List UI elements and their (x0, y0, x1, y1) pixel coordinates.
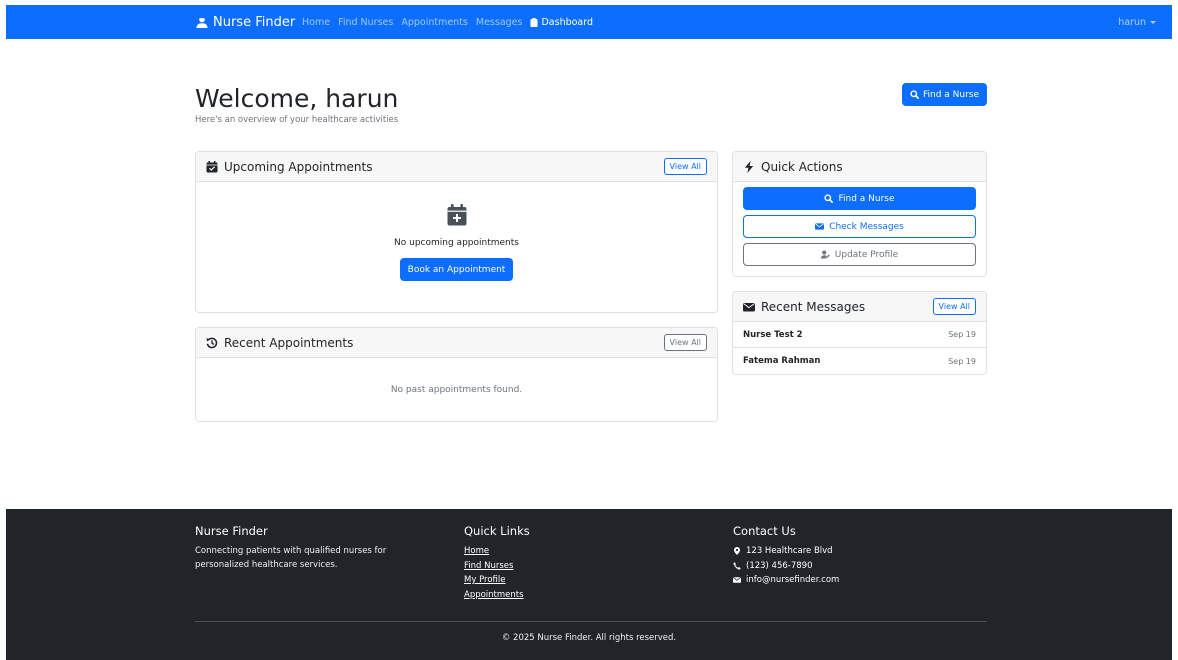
no-upcoming-text: No upcoming appointments (394, 238, 519, 248)
quick-actions-header: Quick Actions (733, 152, 986, 182)
action-messages-label: Check Messages (829, 221, 904, 232)
recent-messages-header: Recent Messages View All (733, 292, 986, 322)
envelope-icon (743, 302, 755, 311)
nav-dashboard-label: Dashboard (541, 16, 594, 28)
contact-phone-text: (123) 456-7890 (746, 560, 813, 571)
user-edit-icon (820, 250, 830, 259)
recent-view-all-button[interactable]: View All (663, 334, 707, 351)
no-past-text: No past appointments found. (390, 384, 523, 395)
footer-brand-title: Nurse Finder (195, 524, 268, 538)
page-title: Welcome, harun (195, 84, 399, 113)
nav-links: Home Find Nurses Appointments Messages D… (302, 5, 593, 39)
footer-link-my-profile[interactable]: My Profile (464, 573, 530, 588)
calendar-check-icon (206, 160, 218, 172)
map-marker-icon (734, 547, 740, 556)
nav-find-nurses[interactable]: Find Nurses (338, 17, 393, 28)
nav-appointments[interactable]: Appointments (401, 17, 468, 28)
recent-messages-title: Recent Messages (761, 299, 866, 314)
action-find-nurse-button[interactable]: Find a Nurse (743, 187, 976, 210)
footer-link-home[interactable]: Home (464, 544, 530, 559)
message-item[interactable]: Fatema Rahman Sep 19 (733, 348, 986, 374)
contact-address-text: 123 Healthcare Blvd (746, 546, 833, 556)
user-dropdown[interactable]: harun (1118, 5, 1156, 39)
footer-links-title: Quick Links (464, 524, 530, 538)
recent-empty-state: No past appointments found. (196, 358, 717, 421)
recent-messages-card: Recent Messages View All Nurse Test 2 Se… (732, 291, 987, 375)
top-navbar: Nurse Finder Home Find Nurses Appointmen… (6, 5, 1172, 39)
contact-address: 123 Healthcare Blvd (733, 544, 839, 559)
action-check-messages-button[interactable]: Check Messages (743, 215, 976, 238)
recent-appointments-card: Recent Appointments View All No past app… (195, 327, 718, 422)
calendar-plus-icon (447, 204, 466, 226)
contact-email: info@nursefinder.com (733, 573, 839, 588)
search-icon (910, 90, 919, 99)
messages-list: Nurse Test 2 Sep 19 Fatema Rahman Sep 19 (733, 322, 986, 374)
site-footer: Nurse Finder Connecting patients with qu… (6, 509, 1172, 660)
message-sender: Nurse Test 2 (743, 329, 803, 340)
quick-actions-list: Find a Nurse Check Messages Update Profi… (733, 182, 986, 271)
footer-divider (195, 621, 987, 622)
book-appointment-button[interactable]: Book an Appointment (400, 258, 513, 281)
brand-link[interactable]: Nurse Finder (196, 5, 295, 39)
contact-email-text: info@nursefinder.com (746, 575, 840, 585)
action-profile-label: Update Profile (834, 249, 899, 260)
user-nurse-icon (196, 16, 208, 28)
upcoming-view-all-button[interactable]: View All (663, 158, 707, 175)
footer-quick-links: Quick Links Home Find Nurses My Profile … (464, 524, 530, 602)
nav-messages[interactable]: Messages (476, 17, 523, 28)
history-icon (206, 337, 218, 348)
upcoming-title: Upcoming Appointments (224, 159, 373, 174)
upcoming-card-header: Upcoming Appointments View All (196, 152, 717, 182)
nav-dashboard[interactable]: Dashboard (530, 17, 593, 28)
bolt-icon (744, 160, 754, 173)
footer-brand-text: Connecting patients with qualified nurse… (195, 546, 387, 570)
upcoming-empty-state: No upcoming appointments Book an Appoint… (196, 182, 717, 312)
find-nurse-label: Find a Nurse (922, 89, 980, 100)
nav-home[interactable]: Home (302, 17, 330, 28)
upcoming-appointments-card: Upcoming Appointments View All No upcomi… (195, 151, 718, 313)
page-subtitle: Here's an overview of your healthcare ac… (195, 115, 399, 125)
quick-actions-card: Quick Actions Find a Nurse Check Message… (732, 151, 987, 277)
footer-contact: Contact Us 123 Healthcare Blvd (123) 456… (733, 524, 839, 588)
action-find-label: Find a Nurse (838, 193, 895, 204)
user-name: harun (1118, 16, 1146, 28)
footer-link-appointments[interactable]: Appointments (464, 588, 530, 603)
recent-card-header: Recent Appointments View All (196, 328, 717, 358)
caret-down-icon (1150, 20, 1156, 24)
envelope-icon (733, 577, 741, 584)
brand-label: Nurse Finder (213, 14, 296, 30)
search-icon (824, 194, 834, 203)
copyright-text: © 2025 Nurse Finder. All rights reserved… (501, 633, 677, 643)
recent-title: Recent Appointments (224, 335, 354, 350)
message-sender: Fatema Rahman (743, 356, 821, 366)
phone-icon (733, 562, 741, 570)
message-date: Sep 19 (948, 356, 976, 366)
messages-view-all-button[interactable]: View All (932, 298, 976, 315)
find-nurse-button[interactable]: Find a Nurse (902, 83, 987, 106)
clipboard-icon (530, 17, 538, 27)
contact-phone: (123) 456-7890 (733, 559, 839, 574)
action-update-profile-button[interactable]: Update Profile (743, 243, 976, 266)
envelope-icon (815, 223, 825, 230)
message-item[interactable]: Nurse Test 2 Sep 19 (733, 322, 986, 348)
footer-link-find-nurses[interactable]: Find Nurses (464, 559, 530, 574)
quick-actions-title: Quick Actions (761, 159, 843, 174)
footer-contact-title: Contact Us (733, 524, 796, 538)
message-date: Sep 19 (948, 330, 976, 339)
footer-about: Nurse Finder Connecting patients with qu… (195, 524, 415, 572)
